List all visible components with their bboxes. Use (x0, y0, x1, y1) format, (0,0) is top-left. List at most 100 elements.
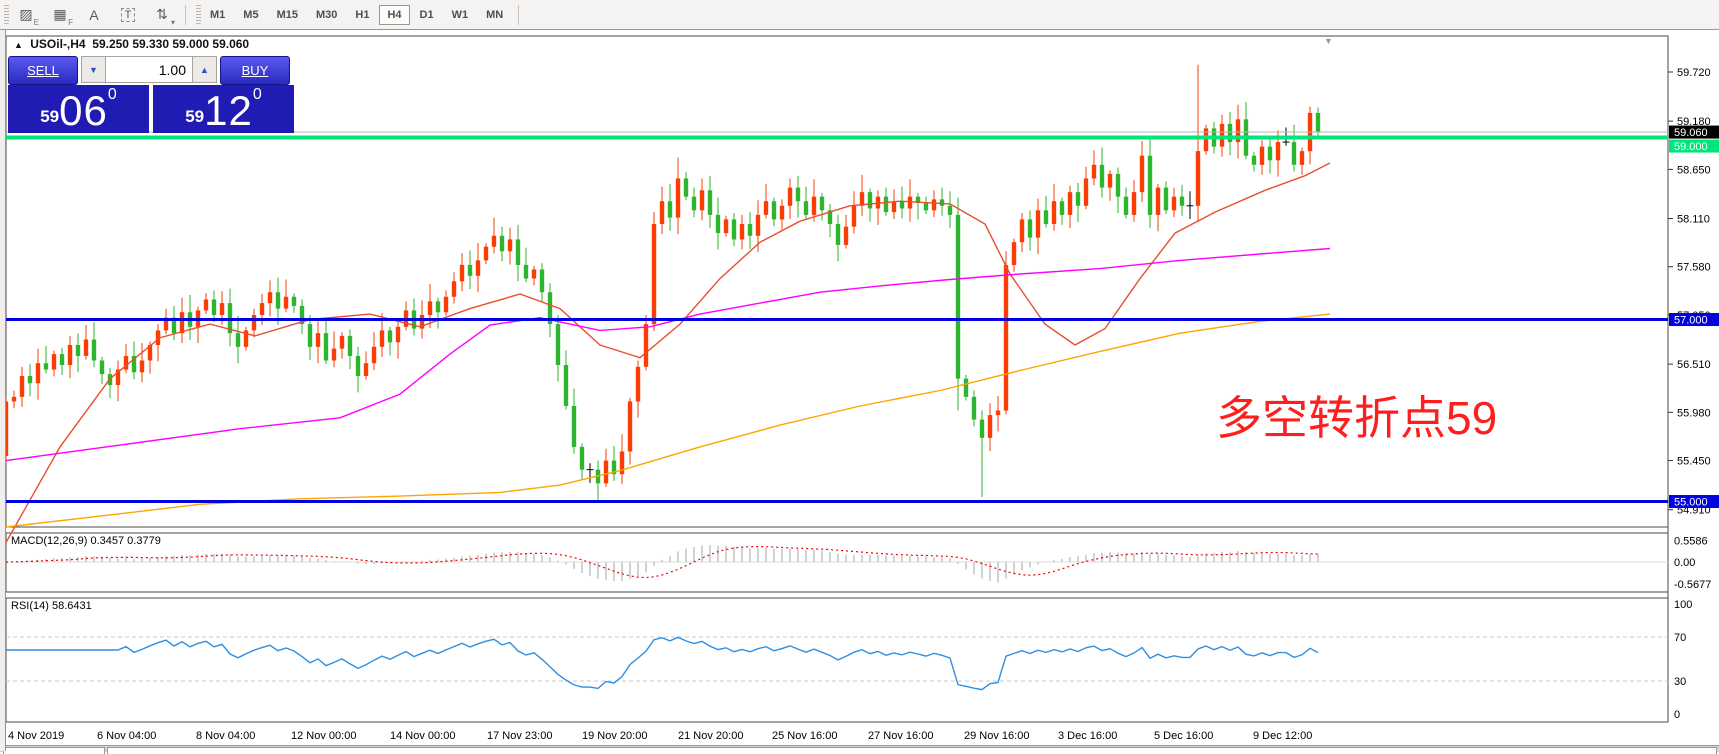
candle (36, 363, 40, 383)
toolbar-separator (185, 5, 186, 25)
macd-label: MACD(12,26,9) 0.3457 0.3779 (11, 535, 161, 547)
indicator-list-icon[interactable]: ▨E (13, 4, 39, 26)
candle (684, 178, 688, 196)
ask-main: 12 (204, 93, 253, 129)
candle (1068, 192, 1072, 215)
candle (668, 201, 672, 217)
candle (844, 227, 848, 245)
tf-button-M30[interactable]: M30 (308, 5, 345, 25)
rsi-scale-label: 30 (1674, 676, 1686, 688)
price-tick-label: 57.580 (1677, 262, 1711, 274)
candle (988, 415, 992, 438)
candle (428, 301, 432, 315)
candle (236, 333, 240, 347)
candle (692, 197, 696, 211)
bid-main: 06 (59, 93, 108, 129)
candle (908, 197, 912, 209)
rsi-scale-label: 70 (1674, 632, 1686, 644)
candle (340, 336, 344, 349)
candle (524, 265, 528, 279)
tf-button-D1[interactable]: D1 (412, 5, 442, 25)
candle (660, 201, 664, 224)
buy-button[interactable]: BUY (220, 56, 290, 85)
candle (1316, 113, 1320, 132)
candle (1292, 142, 1296, 165)
tf-button-H4[interactable]: H4 (379, 5, 409, 25)
candle (788, 188, 792, 206)
candle (1268, 147, 1272, 161)
autoscroll-marker-icon: ▼ (1324, 36, 1333, 46)
candle (1036, 210, 1040, 237)
candle (796, 188, 800, 202)
tf-button-W1[interactable]: W1 (444, 5, 477, 25)
candle (572, 406, 576, 447)
candle (1108, 174, 1112, 188)
text-label-icon[interactable]: A (81, 4, 107, 26)
symbol-label: USOil-,H4 (30, 37, 85, 51)
macd-scale-label: -0.5677 (1674, 579, 1711, 591)
annotation-text: 多空转折点59 (1216, 382, 1497, 448)
candle (756, 215, 760, 236)
candle (1044, 210, 1048, 224)
candle (804, 201, 808, 215)
indicator-grid-icon[interactable]: ▦F (47, 4, 73, 26)
candle (1260, 147, 1264, 165)
time-axis-label: 3 Dec 16:00 (1058, 730, 1117, 742)
candle (372, 347, 376, 363)
ask-price-display[interactable]: 59 12 0 (153, 85, 294, 133)
candle (12, 397, 16, 402)
ma-fast-red (6, 163, 1330, 543)
bid-price-display[interactable]: 59 06 0 (8, 85, 149, 133)
candle (252, 315, 256, 330)
candle (900, 201, 904, 208)
candle (1004, 265, 1008, 411)
candle (716, 215, 720, 233)
time-axis-label: 12 Nov 00:00 (291, 730, 356, 742)
macd-scale-label: 0.5586 (1674, 535, 1708, 547)
cursor-mode-icon[interactable]: ⇅▾ (149, 4, 175, 26)
volume-decrease-button[interactable]: ▼ (81, 56, 106, 83)
candle (1028, 219, 1032, 237)
candle (1076, 192, 1080, 206)
time-axis-label: 4 Nov 2019 (8, 730, 64, 742)
candle (508, 239, 512, 251)
candle (764, 201, 768, 215)
candle (1220, 124, 1224, 147)
tf-button-H1[interactable]: H1 (347, 5, 377, 25)
tf-button-M1[interactable]: M1 (202, 5, 233, 25)
macd-scale-label: 0.00 (1674, 557, 1695, 569)
candle (980, 420, 984, 438)
candle (1132, 192, 1136, 215)
window-left-frame-line (5, 29, 6, 751)
candle (476, 260, 480, 275)
candle (748, 224, 752, 236)
tf-button-M5[interactable]: M5 (235, 5, 266, 25)
macd-layer (6, 545, 1318, 582)
collapse-arrow-icon[interactable]: ▲ (14, 40, 23, 50)
sell-button[interactable]: SELL (8, 56, 78, 85)
candle (52, 354, 56, 369)
rsi-scale-label: 0 (1674, 709, 1680, 721)
bid-sup: 0 (108, 87, 117, 103)
candle (364, 363, 368, 376)
candle (92, 340, 96, 361)
candle (1276, 142, 1280, 160)
candle (492, 236, 496, 247)
volume-increase-button[interactable]: ▲ (192, 56, 217, 83)
candle (332, 349, 336, 361)
candle (1172, 197, 1176, 211)
tf-button-M15[interactable]: M15 (269, 5, 306, 25)
candle (308, 324, 312, 347)
candle (700, 190, 704, 210)
candle (212, 300, 216, 315)
candle (1148, 156, 1152, 215)
candle (276, 292, 280, 308)
time-axis-label: 27 Nov 16:00 (868, 730, 933, 742)
candle (820, 197, 824, 211)
candle (556, 324, 560, 365)
price-badge-label: 55.000 (1674, 497, 1708, 509)
text-box-icon[interactable]: T (115, 4, 141, 26)
candle (500, 236, 504, 251)
volume-input[interactable] (106, 56, 192, 83)
tf-button-MN[interactable]: MN (478, 5, 511, 25)
